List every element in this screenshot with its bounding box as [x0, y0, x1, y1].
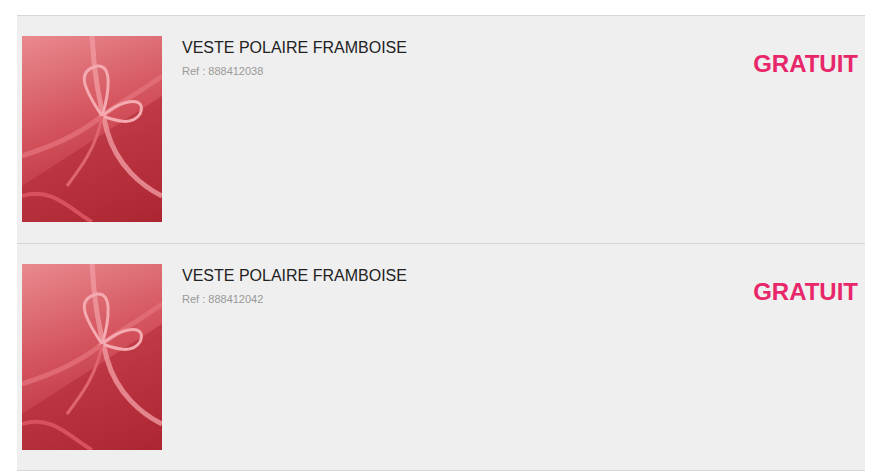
gift-row[interactable]: VESTE POLAIRE FRAMBOISE Ref : 888412042 GR… [17, 243, 865, 471]
gift-ribbon-icon [22, 264, 162, 450]
gift-photo [22, 264, 162, 450]
gift-info: VESTE POLAIRE FRAMBOISE Ref : 888412038 [182, 36, 733, 77]
gift-row[interactable]: VESTE POLAIRE FRAMBOISE Ref : 888412038 GR… [17, 15, 865, 243]
gift-price: GRATUIT [753, 36, 858, 78]
gift-ribbon-icon [22, 36, 162, 222]
gift-title[interactable]: VESTE POLAIRE FRAMBOISE [182, 38, 733, 58]
gift-price: GRATUIT [753, 264, 858, 306]
gift-list: VESTE POLAIRE FRAMBOISE Ref : 888412038 GR… [17, 15, 865, 471]
page: VESTE POLAIRE FRAMBOISE Ref : 888412038 GR… [0, 0, 882, 472]
gift-title[interactable]: VESTE POLAIRE FRAMBOISE [182, 266, 733, 286]
gift-ref: Ref : 888412038 [182, 65, 733, 77]
gift-photo [22, 36, 162, 222]
gift-ref: Ref : 888412042 [182, 293, 733, 305]
gift-info: VESTE POLAIRE FRAMBOISE Ref : 888412042 [182, 264, 733, 305]
